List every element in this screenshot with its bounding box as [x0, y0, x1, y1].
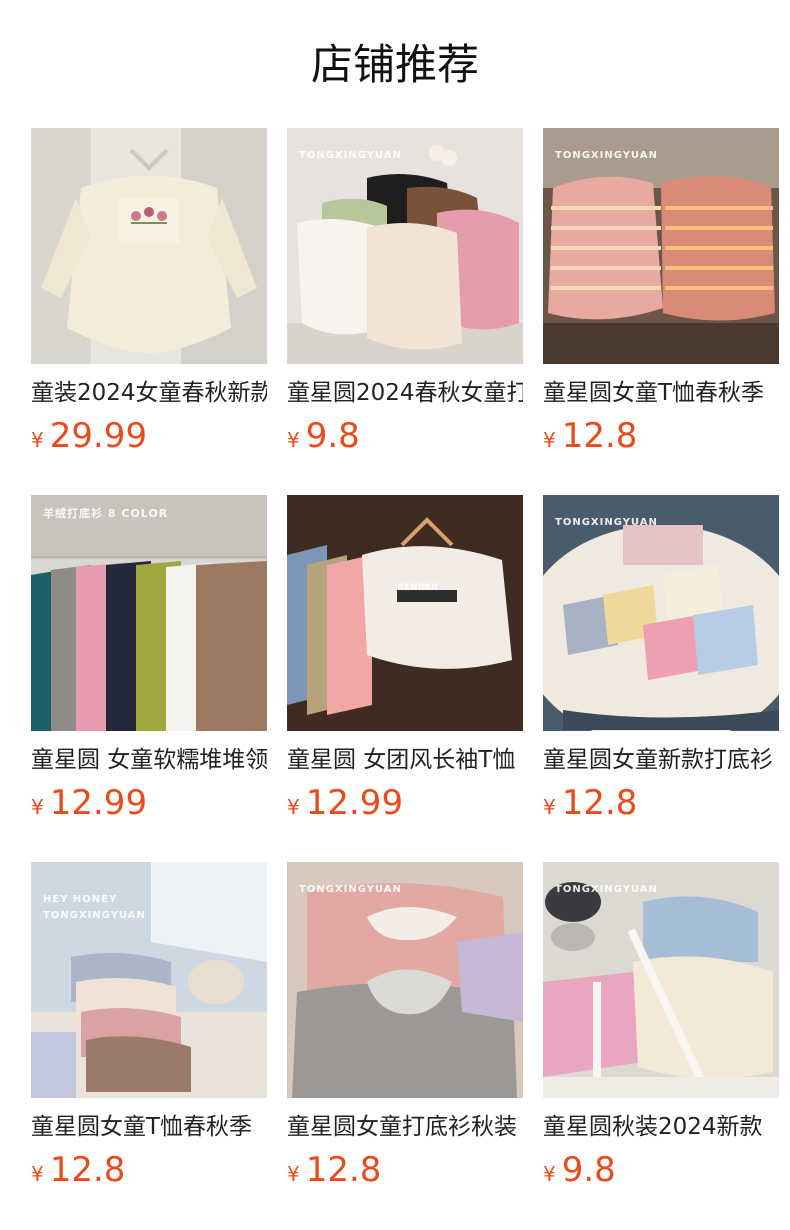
price-amount: 12.99 [49, 783, 148, 823]
currency-symbol: ¥ [287, 1162, 300, 1186]
product-price: ¥12.8 [31, 1150, 125, 1190]
product-card[interactable]: TONGXINGYUAN 童星圆秋装2024新款 ¥9.8 [543, 862, 779, 1229]
currency-symbol: ¥ [31, 1162, 44, 1186]
product-price: ¥12.8 [287, 1150, 381, 1190]
product-card[interactable]: TONGXINGYUAN 童星圆2024春秋女童打底衫 ¥9.8 [287, 128, 523, 495]
product-image[interactable]: TONGXINGYUAN [543, 128, 779, 364]
product-name[interactable]: 童星圆 女童软糯堆堆领 [31, 743, 267, 777]
price-amount: 12.8 [49, 1150, 126, 1190]
product-image[interactable]: 羊绒打底衫 8 COLOR [31, 495, 267, 731]
price-amount: 12.8 [561, 783, 638, 823]
product-image-graphic [543, 862, 779, 1098]
watermark-text: TONGXINGYUAN [555, 517, 658, 528]
product-name[interactable]: 童星圆女童打底衫秋装 [287, 1110, 523, 1144]
product-price: ¥9.8 [543, 1150, 616, 1190]
product-name[interactable]: 童星圆2024春秋女童打底衫 [287, 376, 523, 410]
watermark-text: RENDER [397, 583, 439, 593]
product-image-graphic [31, 128, 267, 364]
product-image[interactable]: TONGXINGYUAN [543, 862, 779, 1098]
product-card[interactable]: TONGXINGYUAN 童星圆女童T恤春秋季 ¥12.8 [543, 128, 779, 495]
product-image[interactable]: HEY HONEY TONGXINGYUAN [31, 862, 267, 1098]
price-amount: 12.99 [305, 783, 404, 823]
product-image-graphic [287, 495, 523, 731]
product-card[interactable]: RENDER 童星圆 女团风长袖T恤 ¥12.99 [287, 495, 523, 862]
currency-symbol: ¥ [543, 1162, 556, 1186]
currency-symbol: ¥ [543, 428, 556, 452]
product-image[interactable]: TONGXINGYUAN [287, 862, 523, 1098]
page-title: 店铺推荐 [310, 40, 479, 89]
product-price: ¥29.99 [31, 416, 147, 456]
product-image[interactable]: TONGXINGYUAN [543, 495, 779, 731]
product-price: ¥12.99 [287, 783, 403, 823]
product-price: ¥9.8 [287, 416, 360, 456]
currency-symbol: ¥ [543, 795, 556, 819]
currency-symbol: ¥ [31, 428, 44, 452]
product-image[interactable] [31, 128, 267, 364]
currency-symbol: ¥ [287, 795, 300, 819]
product-card[interactable]: TONGXINGYUAN 童星圆女童新款打底衫 ¥12.8 [543, 495, 779, 862]
watermark-text: HEY HONEY TONGXINGYUAN [43, 894, 146, 921]
watermark-text: TONGXINGYUAN [555, 150, 658, 161]
price-amount: 12.8 [561, 416, 638, 456]
price-amount: 9.8 [561, 1150, 616, 1190]
product-price: ¥12.8 [543, 783, 637, 823]
product-grid: 童装2024女童春秋新款 ¥29.99 TONGXINGYUAN 童星圆2024… [31, 128, 779, 1229]
watermark-text: 羊绒打底衫 8 COLOR [43, 507, 169, 520]
product-card[interactable]: 童装2024女童春秋新款 ¥29.99 [31, 128, 267, 495]
price-amount: 29.99 [49, 416, 148, 456]
product-image[interactable]: TONGXINGYUAN [287, 128, 523, 364]
product-image-graphic [287, 128, 523, 364]
currency-symbol: ¥ [287, 428, 300, 452]
product-image[interactable]: RENDER [287, 495, 523, 731]
product-name[interactable]: 童星圆女童T恤春秋季 [543, 376, 779, 410]
product-card[interactable]: TONGXINGYUAN 童星圆女童打底衫秋装 ¥12.8 [287, 862, 523, 1229]
watermark-text: TONGXINGYUAN [555, 884, 658, 895]
product-name[interactable]: 童星圆 女团风长袖T恤 [287, 743, 523, 777]
product-name[interactable]: 童星圆女童新款打底衫 [543, 743, 779, 777]
product-image-graphic [543, 495, 779, 731]
watermark-text: TONGXINGYUAN [299, 884, 402, 895]
product-card[interactable]: HEY HONEY TONGXINGYUAN 童星圆女童T恤春秋季 ¥12.8 [31, 862, 267, 1229]
product-name[interactable]: 童星圆秋装2024新款 [543, 1110, 779, 1144]
product-image-graphic [543, 128, 779, 364]
price-amount: 9.8 [305, 416, 360, 456]
product-name[interactable]: 童星圆女童T恤春秋季 [31, 1110, 267, 1144]
currency-symbol: ¥ [31, 795, 44, 819]
product-card[interactable]: 羊绒打底衫 8 COLOR 童星圆 女童软糯堆堆领 ¥12.99 [31, 495, 267, 862]
product-price: ¥12.99 [31, 783, 147, 823]
product-image-graphic [31, 495, 267, 731]
watermark-text: TONGXINGYUAN [299, 150, 402, 161]
product-image-graphic [287, 862, 523, 1098]
product-price: ¥12.8 [543, 416, 637, 456]
product-name[interactable]: 童装2024女童春秋新款 [31, 376, 267, 410]
price-amount: 12.8 [305, 1150, 382, 1190]
